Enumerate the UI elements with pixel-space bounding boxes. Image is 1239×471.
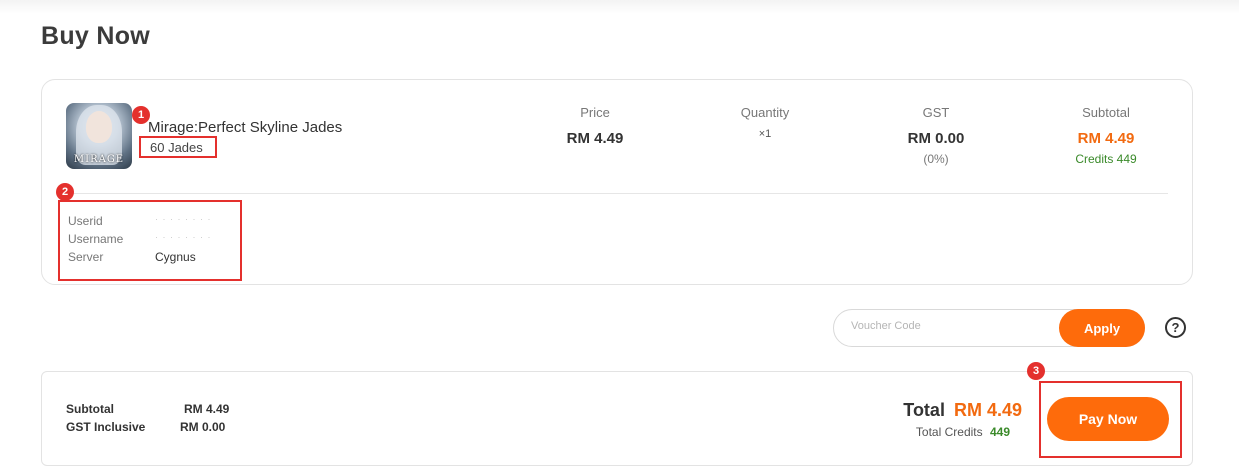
- variant-highlight-box: 60 Jades: [139, 136, 217, 158]
- price-header: Price: [580, 105, 610, 120]
- server-row: Server Cygnus: [68, 250, 196, 264]
- quantity-value: ×1: [758, 128, 772, 140]
- apply-voucher-button[interactable]: Apply: [1059, 309, 1145, 347]
- price-column: Price RM 4.49: [525, 105, 665, 147]
- userid-row: Userid · · · · · · · ·: [68, 214, 210, 228]
- product-variant: 60 Jades: [150, 140, 203, 155]
- subtotal-column: Subtotal RM 4.49 Credits 449: [1036, 105, 1176, 166]
- account-info-box: Userid · · · · · · · · Username · · · · …: [58, 200, 242, 281]
- userid-label: Userid: [68, 214, 103, 228]
- pay-now-highlight-box: Pay Now: [1039, 381, 1182, 458]
- gst-column: GST RM 0.00 (0%): [866, 105, 1006, 166]
- total-credits-value: 449: [989, 425, 1010, 439]
- total-label: Total: [903, 400, 945, 420]
- gst-rate: (0%): [923, 152, 949, 166]
- gst-header: GST: [922, 105, 950, 120]
- voucher-code-input[interactable]: [851, 320, 1051, 332]
- subtotal-value: RM 4.49: [1077, 130, 1135, 147]
- summary-subtotal-label: Subtotal: [66, 402, 114, 416]
- total-amount: RM 4.49: [953, 400, 1022, 420]
- summary-subtotal-value: RM 4.49: [184, 402, 230, 416]
- total-line: Total RM 4.49: [903, 400, 1022, 421]
- annotation-badge-3: 3: [1027, 362, 1045, 380]
- username-row: Username · · · · · · · ·: [68, 232, 210, 246]
- order-card: MIRAGE 1 Mirage:Perfect Skyline Jades 60…: [41, 79, 1193, 285]
- username-value: · · · · · · · ·: [155, 232, 212, 242]
- userid-value: · · · · · · · ·: [155, 214, 212, 224]
- subtotal-header: Subtotal: [1082, 105, 1130, 120]
- summary-subtotal-row: Subtotal RM 4.49: [66, 402, 229, 416]
- annotation-badge-2: 2: [56, 183, 74, 201]
- username-label: Username: [68, 232, 124, 246]
- product-name: Mirage:Perfect Skyline Jades: [148, 119, 343, 136]
- quantity-column: Quantity ×1: [695, 105, 835, 140]
- pay-now-button[interactable]: Pay Now: [1047, 397, 1169, 441]
- thumbnail-face: [86, 111, 112, 143]
- page-title: Buy Now: [41, 22, 151, 50]
- price-value: RM 4.49: [566, 130, 624, 147]
- voucher-field: Apply: [833, 309, 1145, 347]
- gst-value: RM 0.00: [907, 130, 965, 147]
- card-divider: [62, 193, 1168, 194]
- server-value: Cygnus: [155, 250, 196, 264]
- quantity-header: Quantity: [740, 105, 790, 120]
- server-label: Server: [68, 250, 104, 264]
- total-credits: Total Credits 449: [916, 425, 1010, 439]
- total-credits-label: Total Credits: [915, 425, 983, 439]
- summary-gst-label: GST Inclusive: [66, 420, 146, 434]
- summary-gst-value: RM 0.00: [180, 420, 226, 434]
- top-shadow: [0, 0, 1239, 14]
- help-icon[interactable]: ?: [1165, 317, 1186, 338]
- subtotal-credits: Credits 449: [1075, 152, 1137, 166]
- product-thumbnail: MIRAGE: [66, 103, 132, 169]
- summary-card: Subtotal RM 4.49 GST Inclusive RM 0.00 T…: [41, 362, 1193, 466]
- thumbnail-logo: MIRAGE: [73, 154, 125, 165]
- summary-gst-row: GST Inclusive RM 0.00: [66, 420, 225, 434]
